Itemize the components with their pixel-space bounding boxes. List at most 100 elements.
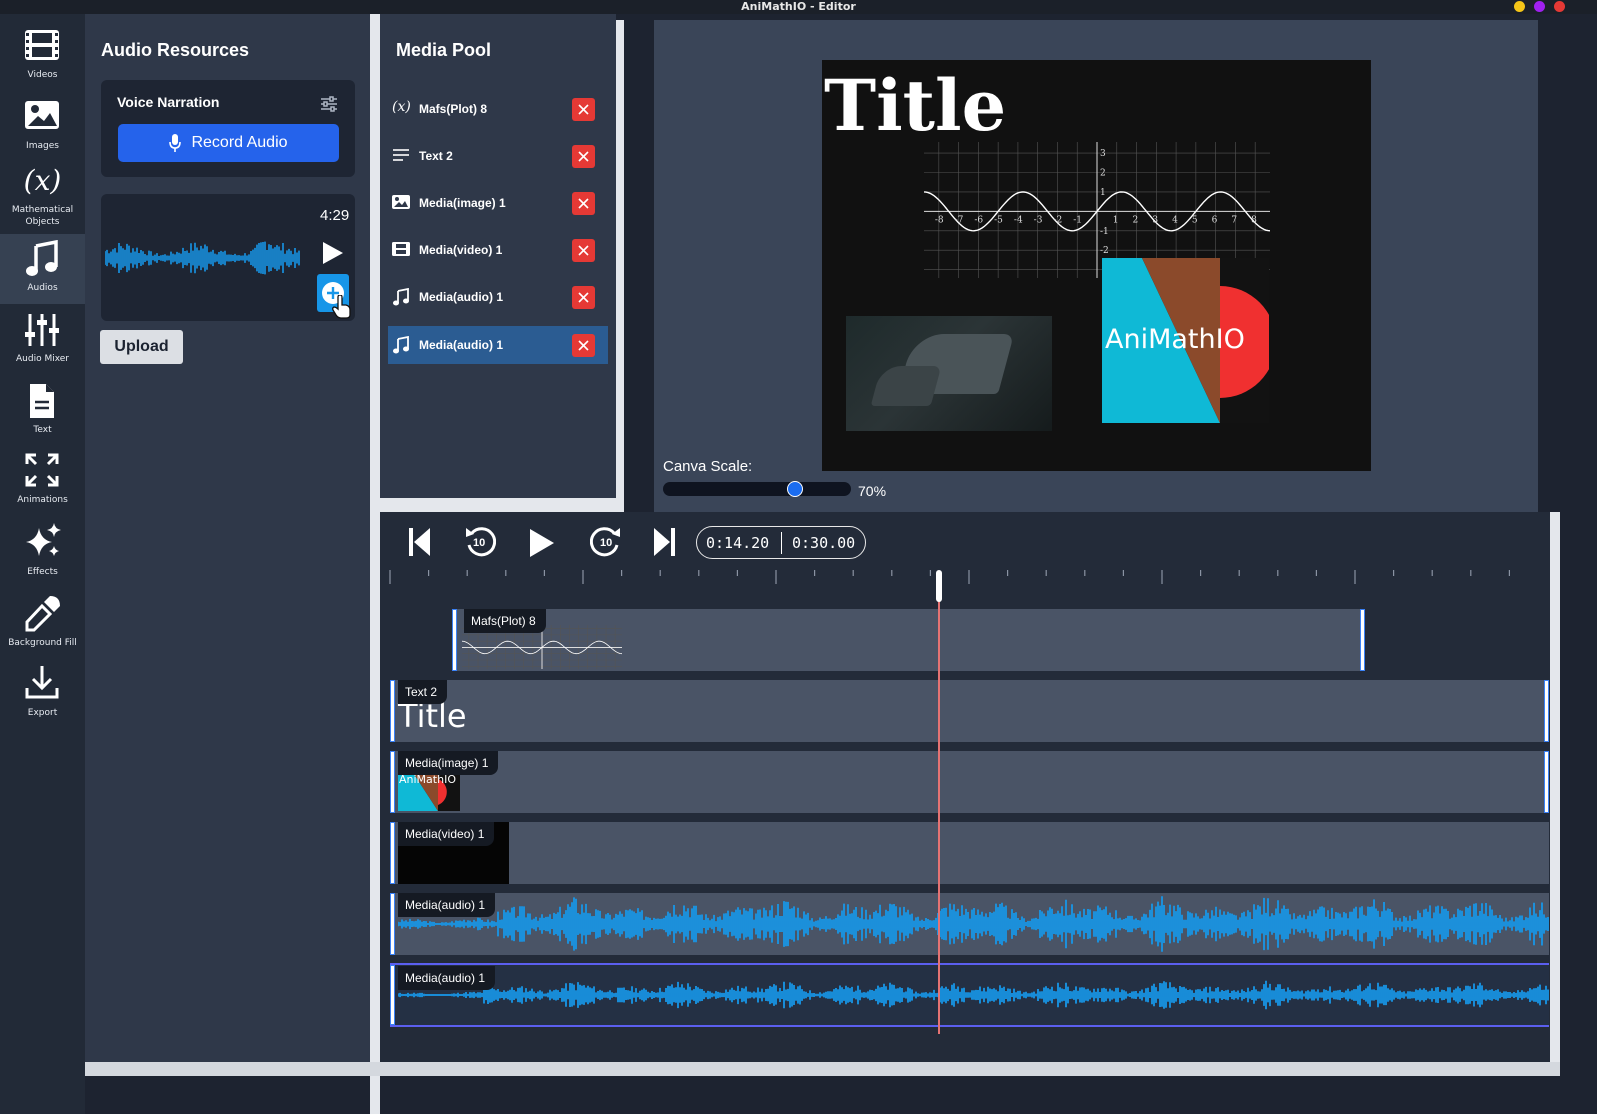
eyedropper-icon	[25, 596, 60, 632]
delete-button[interactable]	[572, 239, 595, 262]
sidebar: Videos Images (𝑥) Mathematical Objects A…	[0, 14, 85, 1114]
sidebar-item-audios[interactable]: Audios	[0, 234, 85, 304]
sidebar-item-videos[interactable]: Videos	[0, 22, 85, 92]
record-audio-button[interactable]: Record Audio	[118, 124, 339, 162]
pool-item-label: Media(audio) 1	[419, 338, 504, 352]
sidebar-label-audio-mixer: Audio Mixer	[16, 354, 69, 364]
playhead-handle[interactable]	[935, 570, 942, 602]
slider-thumb[interactable]	[786, 481, 803, 497]
tick-label: 1	[1113, 215, 1119, 225]
trim-handle-left[interactable]	[390, 822, 395, 884]
media-pool-panel: Media Pool (𝑥) Mafs(Plot) 8 Text 2 Media…	[380, 14, 624, 512]
play-icon[interactable]	[528, 528, 556, 558]
pool-item-label: Media(video) 1	[419, 243, 503, 257]
delete-button[interactable]	[572, 98, 595, 121]
sidebar-item-audio-mixer[interactable]: Audio Mixer	[0, 306, 85, 376]
close-icon	[578, 198, 589, 209]
current-time: 0:14.20	[706, 534, 770, 552]
canvas-title-text[interactable]: Title	[824, 64, 1006, 148]
tick-label: 6	[1212, 215, 1218, 225]
text-file-icon	[30, 384, 54, 418]
track-audio-2[interactable]: Media(audio) 1	[390, 963, 1549, 1027]
pool-item-image[interactable]: Media(image) 1	[388, 184, 608, 222]
play-icon[interactable]	[322, 241, 344, 265]
pool-item-label: Text 2	[419, 149, 453, 163]
delete-button[interactable]	[572, 145, 595, 168]
trim-handle-left[interactable]	[390, 893, 395, 955]
sidebar-label-mathematical-objects: Mathematical Objects	[11, 205, 74, 227]
pool-item-video[interactable]: Media(video) 1	[388, 231, 608, 269]
title-bar: AniMathIO - Editor	[0, 0, 1597, 14]
voice-narration-label: Voice Narration	[117, 94, 220, 110]
trim-handle-left[interactable]	[390, 751, 395, 813]
pool-item-audio[interactable]: Media(audio) 1	[388, 278, 608, 316]
canvas-scale-slider[interactable]	[663, 481, 851, 497]
tick-label: 7	[1231, 215, 1237, 225]
settings-sliders-icon[interactable]	[321, 96, 337, 112]
canvas-video[interactable]	[846, 316, 1052, 431]
audio-resources-panel: Audio Resources Voice Narration Record A…	[85, 14, 370, 1064]
sidebar-item-images[interactable]: Images	[0, 92, 85, 162]
rewind-10-icon[interactable]: 10	[464, 525, 497, 559]
tick-label: -8	[935, 215, 944, 225]
horizontal-scrollbar[interactable]	[85, 1062, 1560, 1076]
window-title: AniMathIO - Editor	[741, 0, 856, 13]
sidebar-item-text[interactable]: Text	[0, 376, 85, 446]
record-audio-label: Record Audio	[191, 134, 288, 151]
minimize-button[interactable]	[1514, 1, 1525, 12]
trim-handle-right[interactable]	[1544, 751, 1549, 813]
timeline-panel: 10 10 0:14.20 0:30.00 Mafs(Plot) 8 Title…	[380, 512, 1560, 1062]
close-button[interactable]	[1554, 1, 1565, 12]
trim-handle-left[interactable]	[390, 965, 395, 1025]
music-note-icon	[393, 336, 409, 354]
delete-button[interactable]	[572, 192, 595, 215]
trim-handle-right[interactable]	[1360, 609, 1365, 671]
time-divider	[781, 532, 782, 554]
tick-label: 4	[1172, 215, 1178, 225]
film-icon	[392, 242, 410, 256]
forward-10-icon[interactable]: 10	[589, 525, 622, 559]
track-audio-1[interactable]: Media(audio) 1	[390, 893, 1549, 955]
pool-item-text[interactable]: Text 2	[388, 137, 608, 175]
track-audio-waveform	[398, 980, 1549, 1010]
sparkles-icon	[26, 523, 61, 556]
music-note-icon	[26, 240, 58, 276]
sidebar-item-export[interactable]: Export	[0, 658, 85, 728]
audio-clip-card[interactable]: 4:29	[101, 194, 355, 321]
sidebar-item-animations[interactable]: Animations	[0, 446, 85, 516]
track-text[interactable]: Title Text 2	[390, 680, 1549, 742]
skip-to-end-icon[interactable]	[652, 527, 676, 557]
delete-button[interactable]	[572, 286, 595, 309]
time-ruler[interactable]	[380, 564, 1560, 604]
track-mafs-plot[interactable]: Mafs(Plot) 8	[452, 609, 1365, 671]
sidebar-item-effects[interactable]: Effects	[0, 516, 85, 586]
track-label: Mafs(Plot) 8	[464, 609, 546, 633]
sidebar-item-background-fill[interactable]: Background Fill	[0, 588, 85, 658]
track-video[interactable]: Media(video) 1	[390, 822, 1549, 884]
playhead[interactable]	[937, 574, 940, 1034]
track-image-thumbnail: AniMathIO	[398, 771, 460, 811]
tick-label: -6	[974, 215, 983, 225]
pool-item-mafs-plot[interactable]: (𝑥) Mafs(Plot) 8	[388, 90, 608, 128]
sidebar-item-mathematical-objects[interactable]: (𝑥) Mathematical Objects	[0, 162, 85, 234]
trim-handle-left[interactable]	[452, 609, 457, 671]
track-label: Media(video) 1	[398, 822, 495, 846]
waveform-bars	[398, 980, 1549, 1010]
maximize-button[interactable]	[1534, 1, 1545, 12]
pool-item-audio-selected[interactable]: Media(audio) 1	[388, 326, 608, 364]
trim-handle-left[interactable]	[390, 680, 395, 742]
canvas-logo-image[interactable]: AniMathIO	[1102, 258, 1269, 423]
trim-handle-right[interactable]	[1544, 680, 1549, 742]
skip-to-start-icon[interactable]	[408, 527, 432, 557]
delete-button[interactable]	[572, 334, 595, 357]
timeline-scrollbar[interactable]	[1550, 512, 1560, 1062]
pool-scrollbar[interactable]	[616, 20, 624, 498]
panel-divider[interactable]	[370, 14, 380, 1114]
preview-canvas[interactable]: Title -8 -7 -6 -5 -4 -3 -2 -1 1 2 3 4 5 6 7 8 3 2 1 -1 -2 An…	[822, 60, 1371, 471]
close-icon	[578, 292, 589, 303]
expand-arrows-icon	[25, 453, 59, 487]
mixer-sliders-icon	[25, 314, 59, 346]
track-image[interactable]: AniMathIO Media(image) 1	[390, 751, 1549, 813]
sidebar-label-audios: Audios	[27, 283, 58, 293]
upload-button[interactable]: Upload	[100, 330, 183, 364]
